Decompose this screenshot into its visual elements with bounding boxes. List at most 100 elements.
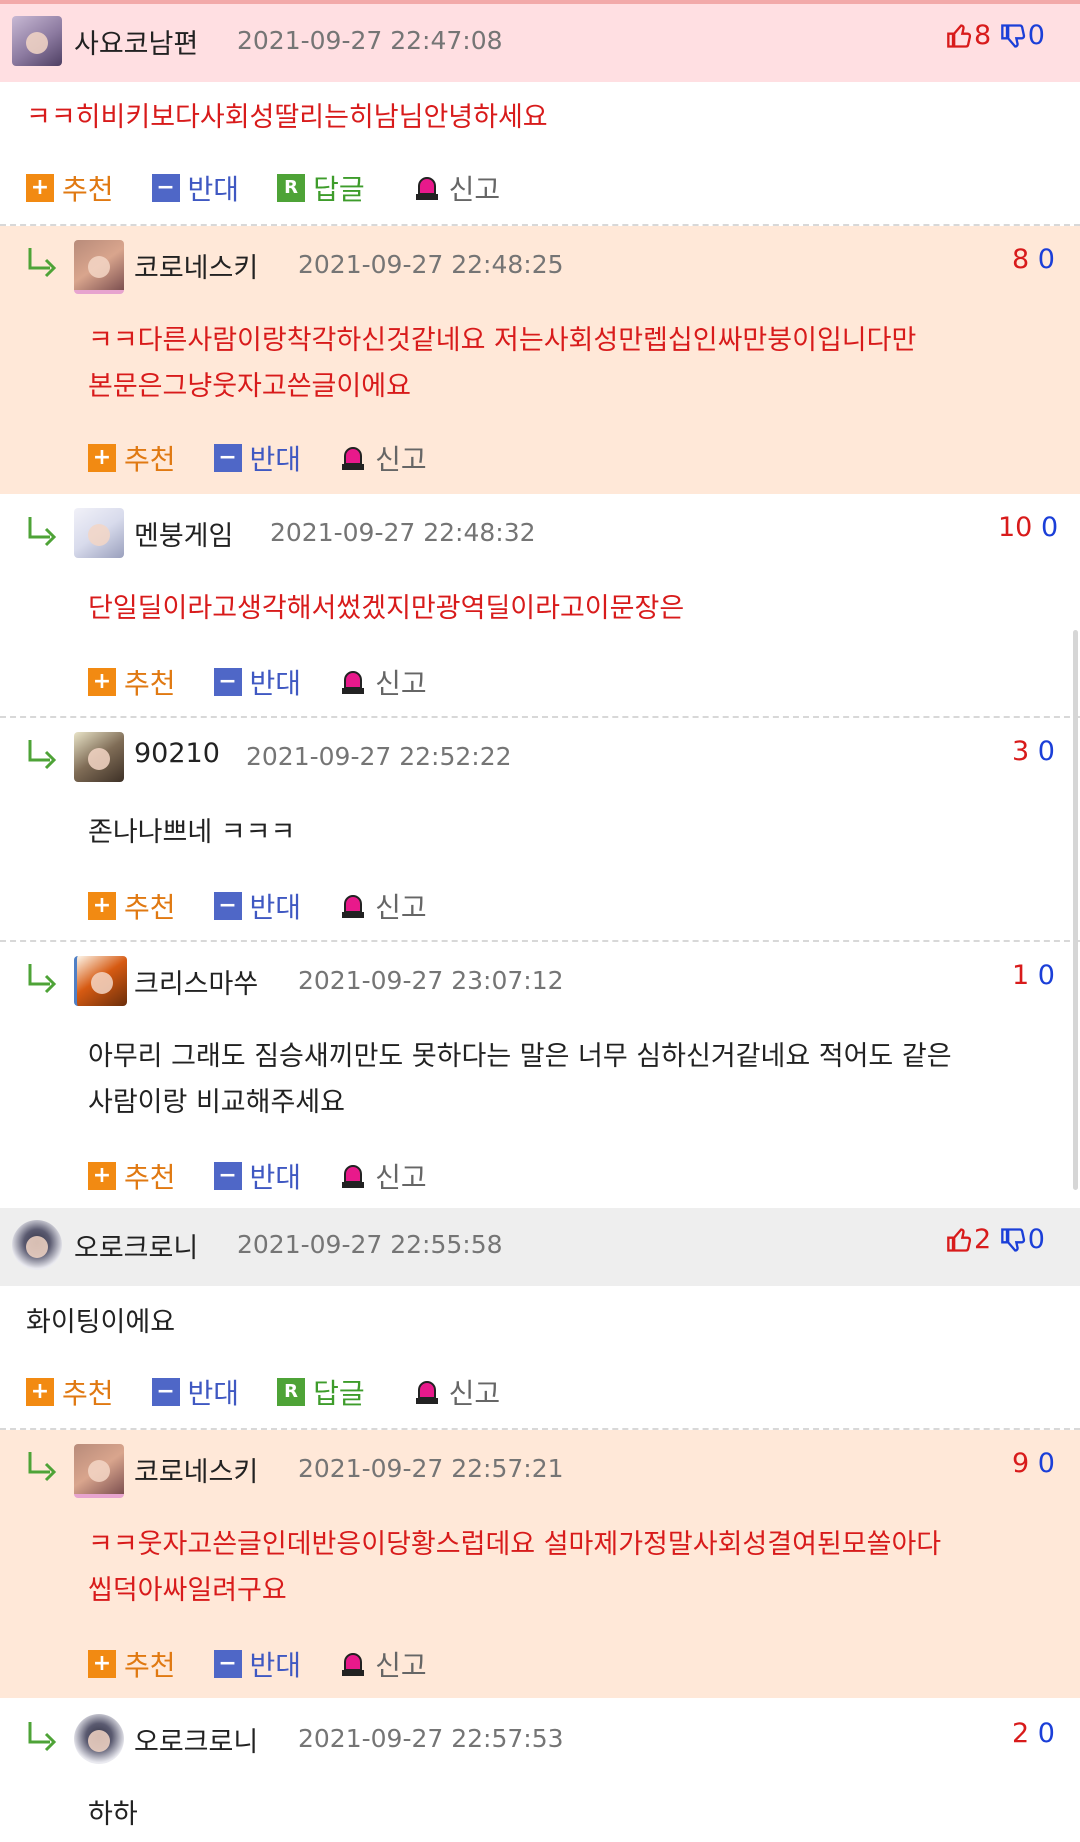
- comment-nickname[interactable]: 크리스마쑤: [134, 962, 258, 1001]
- upvote-count: 8: [1012, 244, 1030, 275]
- recommend-button[interactable]: + 추천: [26, 168, 114, 208]
- anime-girl-avatar[interactable]: [12, 16, 62, 66]
- siren-icon: [413, 174, 441, 202]
- vote-counts: 2 0: [1012, 1718, 1055, 1749]
- divider: [0, 716, 1080, 718]
- comment-timestamp: 2021-09-27 22:48:32: [270, 518, 536, 547]
- minus-icon: −: [213, 1650, 242, 1678]
- vote-counts: 9 0: [1012, 1448, 1055, 1479]
- oppose-button[interactable]: − 반대: [213, 662, 301, 702]
- recommend-button[interactable]: + 추천: [88, 1644, 176, 1684]
- siren-icon: [339, 1162, 367, 1190]
- plus-icon: +: [26, 1378, 54, 1406]
- reply-button[interactable]: R 답글: [277, 1372, 365, 1412]
- comment-nickname[interactable]: 오로크로니: [74, 1226, 198, 1265]
- vote-counts: 8 0: [1012, 244, 1055, 275]
- plus-icon: +: [88, 892, 116, 920]
- reply-arrow-icon: [28, 517, 57, 547]
- comment-timestamp: 2021-09-27 22:47:08: [237, 26, 503, 55]
- chibi-avatar[interactable]: [12, 1220, 62, 1270]
- recommend-button[interactable]: + 추천: [88, 886, 176, 926]
- brown-hair-avatar[interactable]: [74, 1444, 124, 1498]
- vote-counts: 3 0: [1012, 736, 1055, 767]
- oppose-button[interactable]: − 반대: [213, 1156, 301, 1196]
- minus-icon: −: [213, 1162, 242, 1190]
- plus-icon: +: [26, 174, 54, 202]
- reply-button[interactable]: R 답글: [277, 168, 365, 208]
- minus-icon: −: [213, 444, 242, 472]
- thumbs-up-icon[interactable]: [946, 1226, 974, 1254]
- recommend-button[interactable]: + 추천: [26, 1372, 114, 1412]
- reply-r-icon: R: [277, 174, 306, 202]
- comment-nickname[interactable]: 코로네스키: [134, 1450, 258, 1489]
- scrollbar[interactable]: [1073, 630, 1078, 1190]
- report-button[interactable]: 신고: [339, 886, 427, 926]
- recommend-button[interactable]: + 추천: [88, 1156, 176, 1196]
- reply-arrow-icon: [28, 1452, 57, 1482]
- downvote-count: 0: [1037, 960, 1055, 991]
- plus-icon: +: [88, 1650, 116, 1678]
- oppose-button[interactable]: − 반대: [213, 886, 301, 926]
- report-button[interactable]: 신고: [413, 1372, 500, 1412]
- reply-arrow-icon: [28, 1722, 57, 1752]
- report-button[interactable]: 신고: [413, 168, 500, 208]
- white-hair-avatar[interactable]: [74, 508, 124, 558]
- oppose-button[interactable]: − 반대: [213, 1644, 301, 1684]
- siren-icon: [339, 668, 367, 696]
- siren-icon: [339, 1650, 367, 1678]
- comment-text: 아무리 그래도 짐승새끼만도 못하다는 말은 너무 심하신거같네요 적어도 같은…: [88, 1034, 952, 1126]
- comment-actions: + 추천 − 반대 신고: [88, 662, 465, 702]
- brown-hair-avatar[interactable]: [74, 240, 124, 294]
- reply-arrow-icon: [28, 964, 57, 994]
- pixel-art-avatar[interactable]: [74, 956, 127, 1006]
- recommend-button[interactable]: + 추천: [88, 438, 176, 478]
- comment-line: 씹덕아싸일려구요: [88, 1575, 287, 1606]
- vote-counts: 2 0: [946, 1224, 1045, 1255]
- thumbs-down-icon[interactable]: [1000, 1226, 1028, 1254]
- minus-icon: −: [213, 892, 242, 920]
- comment-line: 하하: [88, 1799, 138, 1830]
- comment-nickname[interactable]: 90210: [134, 738, 220, 769]
- comment-line: ㅋㅋ웃자고쓴글인데반응이당황스럽데요 설마제가정말사회성결여된모쏠아다: [88, 1529, 942, 1560]
- siren-icon: [413, 1378, 441, 1406]
- downvote-count: 0: [1037, 1718, 1055, 1749]
- dark-hair-avatar[interactable]: [74, 732, 124, 782]
- oppose-button[interactable]: − 반대: [213, 438, 301, 478]
- comment-nickname[interactable]: 오로크로니: [134, 1720, 258, 1759]
- comment-actions: + 추천 − 반대 신고: [88, 1156, 465, 1196]
- comment-timestamp: 2021-09-27 22:57:21: [298, 1454, 564, 1483]
- oppose-button[interactable]: − 반대: [151, 168, 239, 208]
- reply-arrow-icon: [28, 248, 57, 278]
- report-button[interactable]: 신고: [339, 1644, 427, 1684]
- downvote-count: 0: [1037, 1448, 1055, 1479]
- comment-text: 존나나쁘네 ㅋㅋㅋ: [88, 810, 295, 856]
- report-button[interactable]: 신고: [339, 1156, 427, 1196]
- recommend-button[interactable]: + 추천: [88, 662, 176, 702]
- comment-nickname[interactable]: 사요코남편: [74, 22, 198, 61]
- comment-timestamp: 2021-09-27 22:55:58: [237, 1230, 503, 1259]
- upvote-count: 2: [1012, 1718, 1030, 1749]
- comment-timestamp: 2021-09-27 22:48:25: [298, 250, 564, 279]
- chibi-avatar[interactable]: [74, 1714, 124, 1764]
- plus-icon: +: [88, 1162, 116, 1190]
- vote-counts: 8 0: [946, 20, 1045, 51]
- upvote-count: 1: [1012, 960, 1030, 991]
- comment-actions: + 추천 − 반대 R 답글 신고: [26, 1372, 538, 1412]
- downvote-count: 0: [1037, 736, 1055, 767]
- comment-nickname[interactable]: 멘붕게임: [134, 514, 233, 553]
- siren-icon: [339, 444, 367, 472]
- comment-line: ㅋㅋ히비키보다사회성딸리는히남님안녕하세요: [26, 102, 548, 133]
- upvote-count: 3: [1012, 736, 1030, 767]
- comment-text: ㅋㅋ히비키보다사회성딸리는히남님안녕하세요: [26, 95, 548, 141]
- upvote-count: 10: [998, 512, 1033, 543]
- thumbs-up-icon[interactable]: [946, 22, 974, 50]
- minus-icon: −: [213, 668, 242, 696]
- comment-nickname[interactable]: 코로네스키: [134, 246, 258, 285]
- downvote-count: 0: [1027, 1224, 1045, 1255]
- comment-text: 단일딜이라고생각해서썼겠지만광역딜이라고이문장은: [88, 586, 684, 632]
- report-button[interactable]: 신고: [339, 438, 427, 478]
- thumbs-down-icon[interactable]: [1000, 22, 1028, 50]
- oppose-button[interactable]: − 반대: [151, 1372, 239, 1412]
- report-button[interactable]: 신고: [339, 662, 427, 702]
- minus-icon: −: [151, 174, 180, 202]
